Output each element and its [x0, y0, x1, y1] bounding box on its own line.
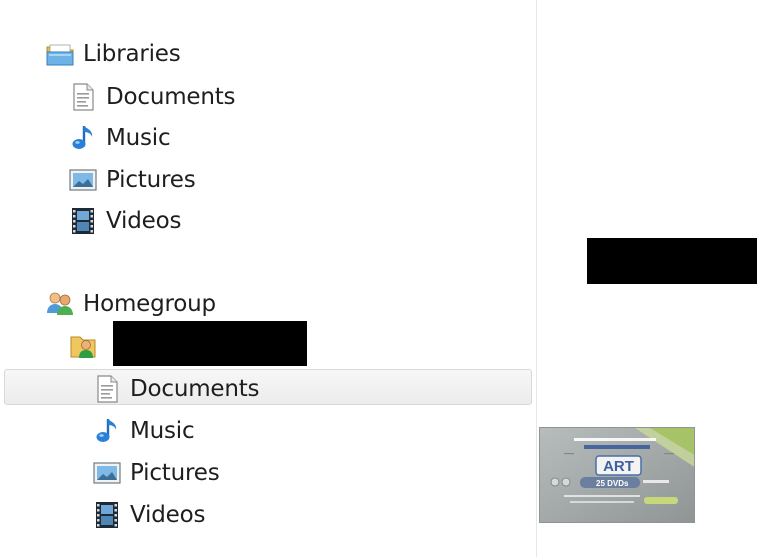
tree-item-label: Music	[106, 125, 171, 151]
thumbnail-subtitle: 25 DVDs	[596, 479, 629, 488]
tree-item-label: Libraries	[83, 41, 181, 67]
redacted-username	[113, 321, 307, 366]
videos-icon	[68, 206, 98, 236]
tree-item-libraries-pictures[interactable]: Pictures	[68, 163, 196, 197]
tree-item-libraries[interactable]: Libraries	[45, 37, 181, 71]
music-icon	[92, 416, 122, 446]
navigation-pane: Libraries Documents Music Pictures Video…	[0, 0, 536, 557]
music-icon	[68, 123, 98, 153]
user-folder-icon	[68, 331, 98, 361]
tree-item-label: Documents	[106, 84, 236, 110]
tree-item-libraries-music[interactable]: Music	[68, 121, 171, 155]
tree-item-homegroup[interactable]: Homegroup	[45, 287, 216, 321]
pictures-icon	[92, 458, 122, 488]
tree-item-homegroup-music[interactable]: Music	[92, 414, 195, 448]
tree-item-label: Music	[130, 418, 195, 444]
selected-row-highlight	[4, 369, 532, 405]
tree-item-label: Videos	[106, 208, 182, 234]
tree-item-label: Videos	[130, 502, 206, 528]
libraries-folder-icon	[45, 39, 75, 69]
tree-item-label: Homegroup	[83, 291, 216, 317]
pictures-icon	[68, 165, 98, 195]
redacted-text-block	[587, 238, 757, 284]
thumbnail-image[interactable]: ART 25 DVDs	[539, 427, 695, 523]
documents-icon	[68, 82, 98, 112]
tree-item-label: Pictures	[130, 460, 220, 486]
tree-item-homegroup-videos[interactable]: Videos	[92, 498, 205, 532]
tree-item-label: Documents	[130, 376, 260, 402]
homegroup-icon	[45, 289, 75, 319]
tree-item-label: Pictures	[106, 167, 196, 193]
thumbnail-title: ART	[603, 458, 634, 475]
documents-icon	[92, 374, 122, 404]
tree-item-libraries-documents[interactable]: Documents	[68, 80, 236, 114]
tree-item-libraries-videos[interactable]: Videos	[68, 204, 181, 238]
tree-item-homegroup-pictures[interactable]: Pictures	[92, 456, 220, 490]
tree-item-homegroup-user[interactable]	[68, 329, 106, 363]
thumbnail-art-graphic: ART 25 DVDs	[540, 428, 694, 522]
videos-icon	[92, 500, 122, 530]
tree-item-homegroup-documents[interactable]: Documents	[92, 372, 260, 406]
